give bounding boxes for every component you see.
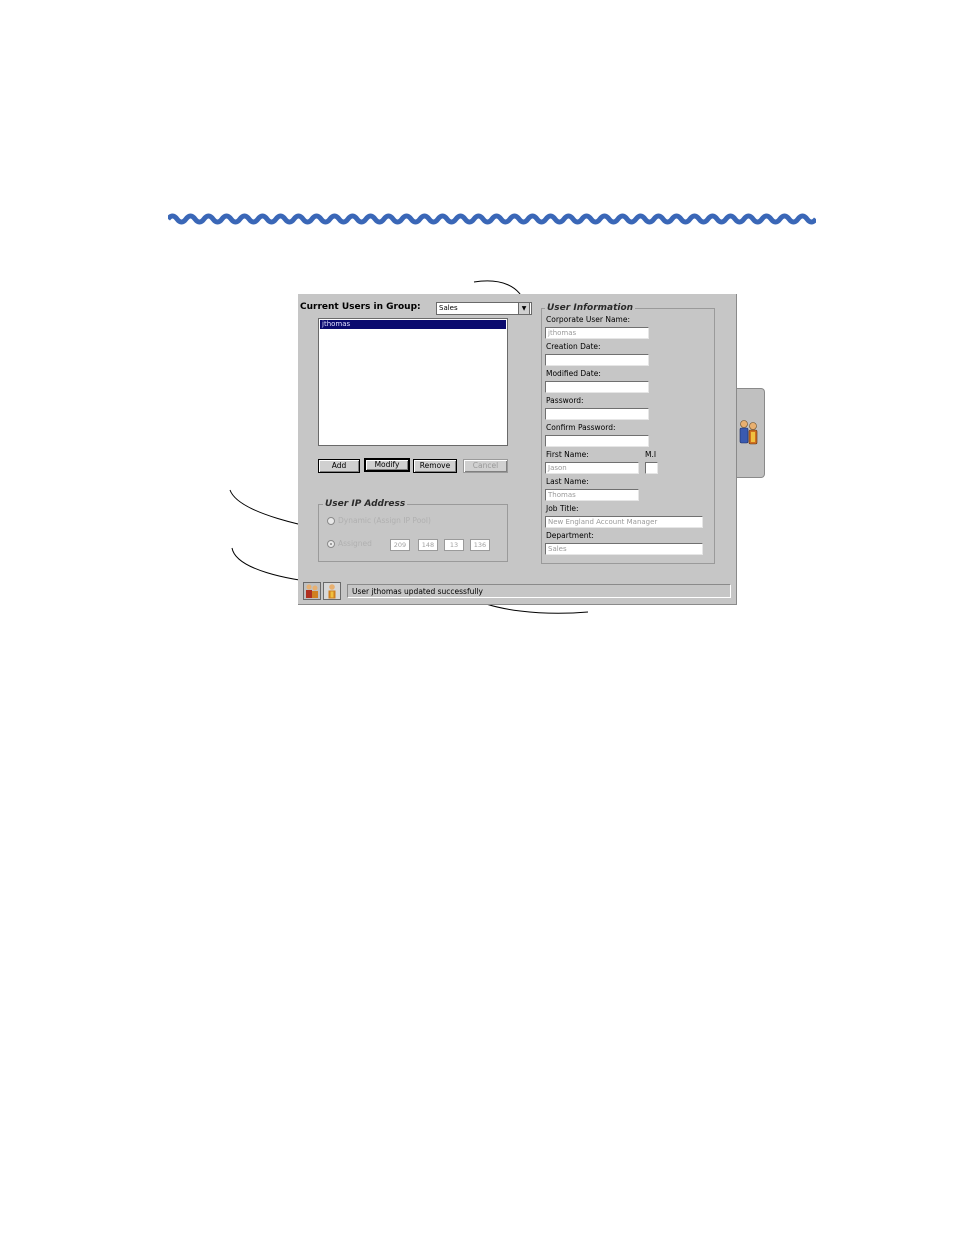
job-title-label: Job Title: xyxy=(546,504,579,513)
department-label: Department: xyxy=(546,531,594,540)
creation-date-field[interactable] xyxy=(545,354,649,366)
modify-button[interactable]: Modify xyxy=(364,458,410,472)
toolbar-user-button[interactable] xyxy=(323,582,341,600)
list-item[interactable]: jthomas xyxy=(320,320,506,329)
cancel-button[interactable]: Cancel xyxy=(463,459,508,473)
single-user-icon xyxy=(328,584,336,599)
ip-octet-2[interactable]: 148 xyxy=(418,539,438,551)
corporate-user-name-label: Corporate User Name: xyxy=(546,315,631,324)
first-name-field[interactable]: Jason xyxy=(545,462,639,474)
radio-assigned-label: Assigned xyxy=(338,539,372,548)
radio-dynamic-ip[interactable] xyxy=(327,517,335,525)
last-name-label: Last Name: xyxy=(546,477,589,486)
radio-dynamic-label: Dynamic (Assign IP Pool) xyxy=(338,516,431,525)
ip-section-title: User IP Address xyxy=(323,499,408,509)
chevron-down-icon[interactable]: ▼ xyxy=(518,302,530,315)
current-users-label: Current Users in Group: xyxy=(300,302,421,312)
last-name-field[interactable]: Thomas xyxy=(545,489,639,501)
mi-field[interactable] xyxy=(645,462,658,474)
users-group-icon xyxy=(306,584,318,598)
ip-octet-1[interactable]: 209 xyxy=(390,539,410,551)
confirm-password-label: Confirm Password: xyxy=(546,423,616,432)
corporate-user-name-field[interactable]: jthomas xyxy=(545,327,649,339)
first-name-label: First Name: xyxy=(546,450,589,459)
confirm-password-field[interactable] xyxy=(545,435,649,447)
remove-button[interactable]: Remove xyxy=(413,459,457,473)
password-field[interactable] xyxy=(545,408,649,420)
modified-date-field[interactable] xyxy=(545,381,649,393)
users-group-icon xyxy=(739,420,758,445)
password-label: Password: xyxy=(546,396,584,405)
toolbar-users-button[interactable] xyxy=(303,582,321,600)
ip-address-group xyxy=(318,504,508,562)
modified-date-label: Modified Date: xyxy=(546,369,601,378)
ip-octet-4[interactable]: 136 xyxy=(470,539,490,551)
decorative-wave-rule xyxy=(168,213,816,225)
radio-assigned-ip[interactable] xyxy=(327,540,335,548)
side-tab[interactable] xyxy=(736,388,765,478)
add-button[interactable]: Add xyxy=(318,459,360,473)
user-info-title: User Information xyxy=(545,303,636,313)
status-message: User jthomas updated successfully xyxy=(347,584,731,598)
ip-octet-3[interactable]: 13 xyxy=(444,539,464,551)
department-field[interactable]: Sales xyxy=(545,543,703,555)
creation-date-label: Creation Date: xyxy=(546,342,601,351)
job-title-field[interactable]: New England Account Manager xyxy=(545,516,703,528)
mi-label: M.I xyxy=(645,450,657,459)
users-listbox[interactable]: jthomas xyxy=(318,318,508,446)
